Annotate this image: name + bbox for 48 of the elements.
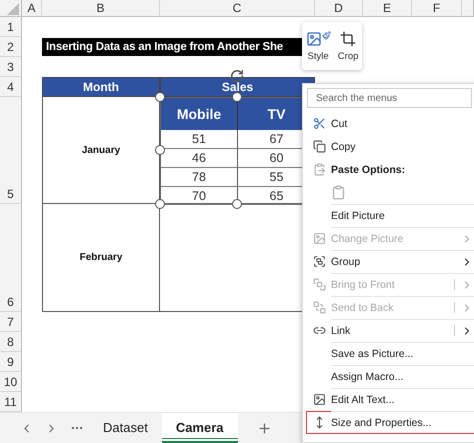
image-icon [312,393,326,406]
layers-icon [312,301,326,314]
column-header[interactable]: D [315,0,363,17]
scissors-icon [312,117,326,130]
selection-handle[interactable] [155,145,165,155]
sheet-tab[interactable]: Camera [162,413,238,443]
image-header-cell: Mobile [161,98,238,130]
search-field[interactable]: Search the menus [307,88,472,108]
menu-item[interactable]: Link [306,319,474,342]
menu-item[interactable]: Edit Picture [306,204,474,227]
row-header[interactable]: 7 [0,312,22,332]
table-header-cell: Sales [160,77,315,97]
row-header[interactable]: 8 [0,332,22,352]
column-header[interactable]: C [160,0,315,17]
menu-heading: Paste Options: [331,164,406,176]
column-header[interactable]: B [42,0,160,17]
column-header[interactable]: E [363,0,412,17]
sheet-tab[interactable]: Dataset [89,413,162,443]
column-header[interactable]: F [412,0,462,17]
selection-handle[interactable] [232,199,242,209]
toolbar-button[interactable]: Crop [338,30,358,62]
row-header[interactable]: 9 [0,352,22,372]
menu-item[interactable]: Edit Alt Text... [306,388,474,411]
column-header[interactable]: A [22,0,42,17]
row-header[interactable]: 2 [0,37,22,57]
image-cell: 78 [161,168,238,187]
row-header[interactable]: 6 [0,204,22,312]
rotate-icon[interactable] [230,69,244,83]
row-header[interactable]: 5 [0,97,22,204]
row-header[interactable]: 3 [0,57,22,77]
row-header[interactable]: 1 [0,17,22,37]
table-header-cell: Month [42,77,160,97]
layers-icon [312,278,326,291]
menu-item[interactable]: Assign Macro... [306,365,474,388]
menu-item[interactable]: Save as Picture... [306,342,474,365]
menu-item[interactable]: Size and Properties... [306,411,474,434]
row-header[interactable]: 11 [0,392,22,412]
group-icon [312,255,326,268]
brush-icon [306,30,331,46]
clipboard-icon [312,163,326,176]
row-header[interactable]: 10 [0,372,22,392]
crop-icon [340,30,356,46]
table-cell: February [42,204,160,312]
selection-handle[interactable] [155,199,165,209]
copy-icon [312,140,326,153]
image-icon [312,232,326,245]
menu-item[interactable]: Group [306,250,474,273]
row-header[interactable]: 4 [0,77,22,97]
